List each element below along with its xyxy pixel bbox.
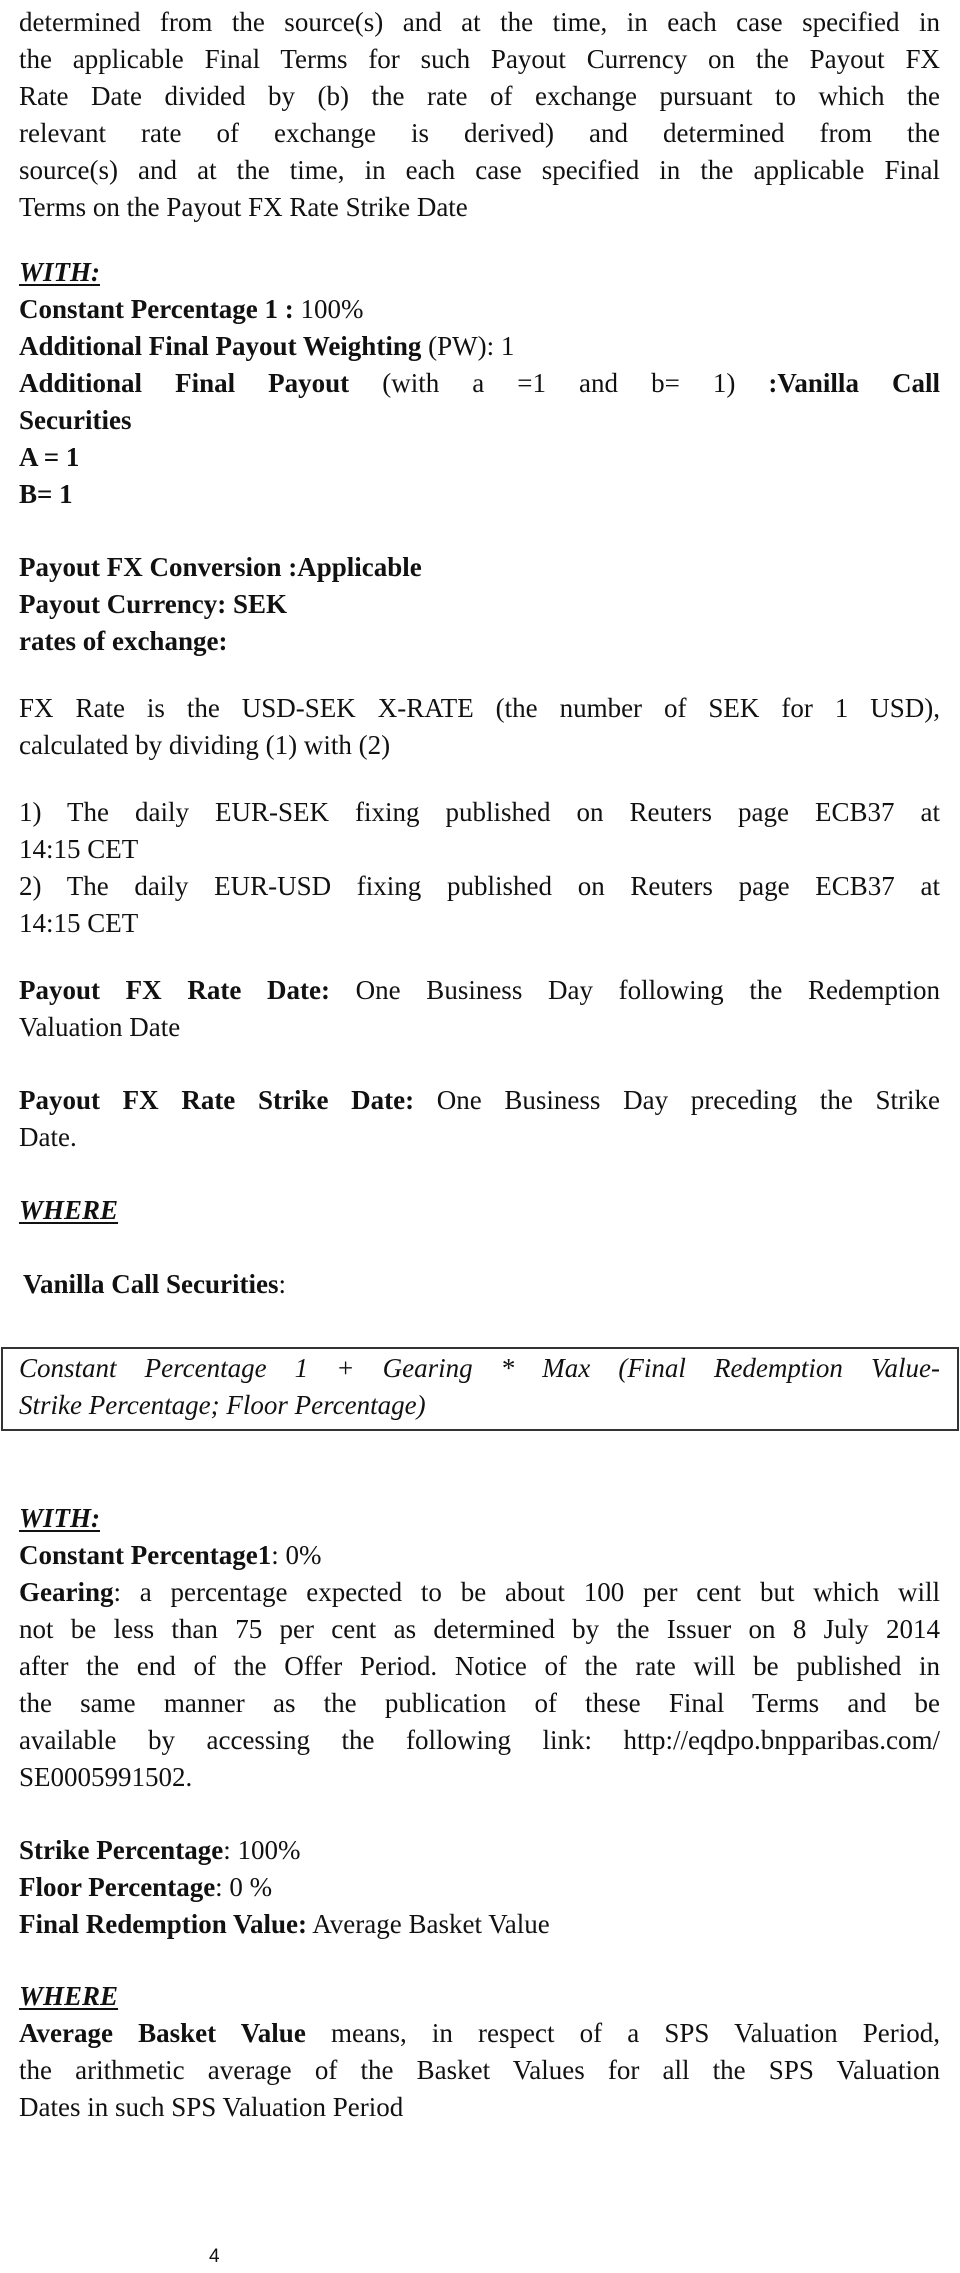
constant-percentage-1-row: Constant Percentage 1 : 100%: [19, 291, 940, 328]
payout-fx-rate-date-row: Payout FX Rate Date: One Business Day fo…: [19, 972, 940, 1009]
gearing-line: not be less than 75 per cent as determin…: [19, 1614, 940, 1644]
field-value: : 0 %: [215, 1872, 273, 1902]
with-heading-text: WITH:: [19, 1503, 100, 1533]
field-value: : 0%: [271, 1540, 322, 1570]
field-value: : a percentage expected to be about 100 …: [113, 1577, 941, 1607]
average-basket-value-line: Dates in such SPS Valuation Period: [19, 2092, 404, 2122]
with-heading-text: WITH:: [19, 257, 100, 287]
where-heading-text: WHERE: [19, 1195, 119, 1225]
field-value: means, in respect of a SPS Valuation Per…: [305, 2018, 940, 2048]
payout-weighting-row: Additional Final Payout Weighting (PW): …: [19, 328, 940, 365]
gearing-line: SE0005991502.: [19, 1762, 193, 1792]
field-label: Average Basket Value: [19, 2018, 306, 2048]
field-label: Gearing: [19, 1577, 114, 1607]
fx-rate-description: FX Rate is the USD-SEK X-RATE (the numbe…: [19, 693, 940, 723]
payout-fx-strike-date-row: Payout FX Rate Strike Date: One Business…: [19, 1082, 940, 1119]
where-heading-text: WHERE: [19, 1981, 119, 2011]
additional-final-payout-cont: Securities: [19, 405, 132, 435]
with-heading: WITH:: [19, 1500, 940, 1537]
additional-final-payout-row: Additional Final Payout (with a =1 and b…: [19, 365, 940, 402]
average-basket-value-line: the arithmetic average of the Basket Val…: [19, 2055, 940, 2085]
payout-fx-strike-date-cont: Date.: [19, 1122, 77, 1152]
field-label: Payout FX Rate Date:: [19, 975, 330, 1005]
payout-currency: Payout Currency: SEK: [19, 589, 287, 619]
field-label: Final Redemption Value:: [19, 1909, 308, 1939]
field-label: Payout FX Rate Strike Date:: [19, 1085, 415, 1115]
field-value: One Business Day preceding the Strike: [414, 1085, 940, 1115]
final-redemption-value-row: Final Redemption Value: Average Basket V…: [19, 1906, 940, 1943]
payout-fx-conversion: Payout FX Conversion :Applicable: [19, 552, 422, 582]
intro-line: Terms on the Payout FX Rate Strike Date: [19, 192, 468, 222]
constant-percentage-row: Constant Percentage1: 0%: [19, 1537, 940, 1574]
field-value: : 100%: [223, 1835, 301, 1865]
field-value: One Business Day following the Redemptio…: [329, 975, 940, 1005]
field-label: Additional Final Payout: [19, 368, 350, 398]
formula-line: Constant Percentage 1 + Gearing * Max (F…: [19, 1353, 940, 1383]
field-value: Average Basket Value: [307, 1909, 550, 1939]
field-label: Vanilla Call Securities: [23, 1269, 279, 1299]
colon: :: [278, 1269, 287, 1299]
average-basket-value-row: Average Basket Value means, in respect o…: [19, 2015, 940, 2052]
field-label: Constant Percentage1: [19, 1540, 272, 1570]
fx-rate-description: calculated by dividing (1) with (2): [19, 730, 391, 760]
fx-source-2-time: 14:15 CET: [19, 908, 139, 938]
field-label: Constant Percentage 1 :: [19, 294, 294, 324]
field-value: :Vanilla Call: [768, 368, 940, 398]
strike-percentage-row: Strike Percentage: 100%: [19, 1832, 940, 1869]
floor-percentage-row: Floor Percentage: 0 %: [19, 1869, 940, 1906]
field-label: Strike Percentage: [19, 1835, 224, 1865]
intro-line: Rate Date divided by (b) the rate of exc…: [19, 81, 940, 111]
vanilla-call-securities-heading: Vanilla Call Securities:: [23, 1266, 944, 1303]
gearing-link-line: available by accessing the following lin…: [19, 1725, 940, 1755]
where-heading: WHERE: [19, 1978, 940, 2015]
intro-line: source(s) and at the time, in each case …: [19, 155, 940, 185]
field-label: Floor Percentage: [19, 1872, 216, 1902]
gearing-line: after the end of the Offer Period. Notic…: [19, 1651, 940, 1681]
field-label: Additional Final Payout Weighting: [19, 331, 422, 361]
fx-source-2: 2) The daily EUR-USD fixing published on…: [19, 871, 940, 901]
field-params: (with a =1 and b= 1): [349, 368, 769, 398]
rates-of-exchange-heading: rates of exchange:: [19, 626, 228, 656]
intro-line: relevant rate of exchange is derived) an…: [19, 118, 940, 148]
intro-line: determined from the source(s) and at the…: [19, 7, 940, 37]
intro-line: the applicable Final Terms for such Payo…: [19, 44, 940, 74]
formula-line: Strike Percentage; Floor Percentage): [19, 1390, 426, 1420]
where-heading: WHERE: [19, 1192, 940, 1229]
b-parameter: B= 1: [19, 479, 73, 509]
fx-source-1-time: 14:15 CET: [19, 834, 139, 864]
field-value: 100%: [293, 294, 364, 324]
payout-fx-rate-date-cont: Valuation Date: [19, 1012, 181, 1042]
gearing-row: Gearing: a percentage expected to be abo…: [19, 1574, 940, 1611]
field-value: (PW): 1: [421, 331, 515, 361]
gearing-line: the same manner as the publication of th…: [19, 1688, 940, 1718]
page-number: 4: [209, 2246, 220, 2267]
a-parameter: A = 1: [19, 442, 80, 472]
fx-source-1: 1) The daily EUR-SEK fixing published on…: [19, 797, 940, 827]
with-heading: WITH:: [19, 254, 940, 291]
